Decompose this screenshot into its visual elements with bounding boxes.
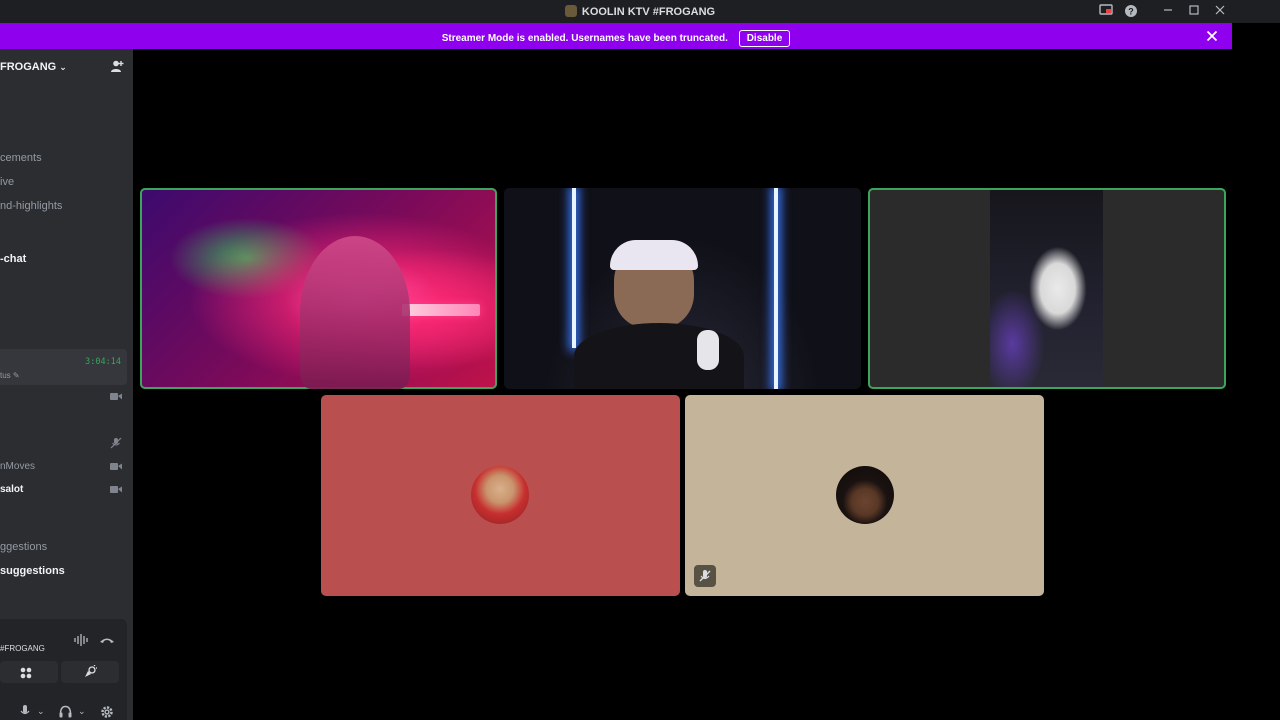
neon-sign xyxy=(402,304,480,316)
channel-announcements[interactable]: cements xyxy=(0,152,42,164)
activities-icon xyxy=(20,666,32,684)
microphone-icon[interactable] xyxy=(20,705,30,720)
channel-suggestions-1[interactable]: ggestions xyxy=(0,541,47,553)
participant-tile-5[interactable] xyxy=(685,395,1044,596)
window-titlebar: KOOLIN KTV #FROGANG ? xyxy=(0,0,1280,23)
camera-icon xyxy=(110,485,122,495)
window-title: KOOLIN KTV #FROGANG xyxy=(0,5,1280,18)
noise-suppression-icon[interactable] xyxy=(74,634,88,649)
close-banner-icon[interactable] xyxy=(1206,27,1218,46)
soundboard-icon xyxy=(83,664,97,684)
streamer-mode-banner: Streamer Mode is enabled. Usernames have… xyxy=(0,23,1232,49)
add-member-icon[interactable] xyxy=(110,59,124,73)
channel-sidebar: FROGANG ⌄ cements ive nd-highlights -cha… xyxy=(0,49,133,720)
participant-tile-4[interactable] xyxy=(321,395,680,596)
minimize-icon[interactable] xyxy=(1160,4,1176,20)
soundboard-button[interactable] xyxy=(61,661,119,683)
pencil-icon: ✎ xyxy=(12,371,20,380)
headphones-icon[interactable] xyxy=(59,705,72,720)
disable-streamer-mode-button[interactable]: Disable xyxy=(738,30,791,47)
chevron-down-icon: ⌄ xyxy=(59,62,67,72)
svg-text:?: ? xyxy=(1128,7,1134,17)
chevron-down-icon[interactable]: ⌄ xyxy=(37,706,45,717)
camera-icon xyxy=(110,392,122,402)
activities-button[interactable] xyxy=(0,661,58,683)
chevron-down-icon[interactable]: ⌄ xyxy=(78,706,86,717)
video-tile-2[interactable] xyxy=(504,188,861,389)
app-icon xyxy=(564,5,577,17)
call-timer: 3:04:14 xyxy=(85,357,121,367)
disconnect-icon[interactable] xyxy=(99,634,115,649)
screen-share-icon[interactable] xyxy=(1098,4,1114,20)
video-tile-1[interactable] xyxy=(140,188,497,389)
muted-mic-icon xyxy=(110,437,122,449)
portrait-video xyxy=(990,190,1103,387)
channel-live[interactable]: ive xyxy=(0,176,14,188)
participant-avatar xyxy=(471,466,529,524)
channel-chat[interactable]: -chat xyxy=(0,253,26,265)
video-tile-3[interactable] xyxy=(868,188,1226,389)
camera-icon xyxy=(110,462,122,472)
participant-avatar xyxy=(836,466,894,524)
microphone-prop xyxy=(697,330,719,370)
voice-channel-active[interactable]: 3:04:14 tus ✎ xyxy=(0,349,127,385)
voice-connection-panel: #FROGANG ⌄ ⌄ xyxy=(0,619,127,720)
voice-user-2[interactable]: salot xyxy=(0,484,23,495)
led-strip-right xyxy=(774,188,778,389)
settings-gear-icon[interactable] xyxy=(100,705,114,720)
channel-highlights[interactable]: nd-highlights xyxy=(0,200,62,212)
participant-silhouette xyxy=(300,236,410,389)
server-name[interactable]: FROGANG ⌄ xyxy=(0,61,67,73)
help-icon[interactable]: ? xyxy=(1123,4,1139,20)
voice-user-1[interactable]: nMoves xyxy=(0,461,35,472)
participant-cap xyxy=(610,240,698,270)
muted-mic-icon xyxy=(694,565,716,587)
banner-message: Streamer Mode is enabled. Usernames have… xyxy=(441,33,728,44)
channel-suggestions-2[interactable]: suggestions xyxy=(0,565,65,577)
voice-connection-label: #FROGANG xyxy=(0,644,45,653)
close-window-icon[interactable] xyxy=(1212,4,1228,20)
maximize-icon[interactable] xyxy=(1186,4,1202,20)
set-status-label[interactable]: tus ✎ xyxy=(0,371,20,380)
led-strip-left xyxy=(572,188,576,348)
